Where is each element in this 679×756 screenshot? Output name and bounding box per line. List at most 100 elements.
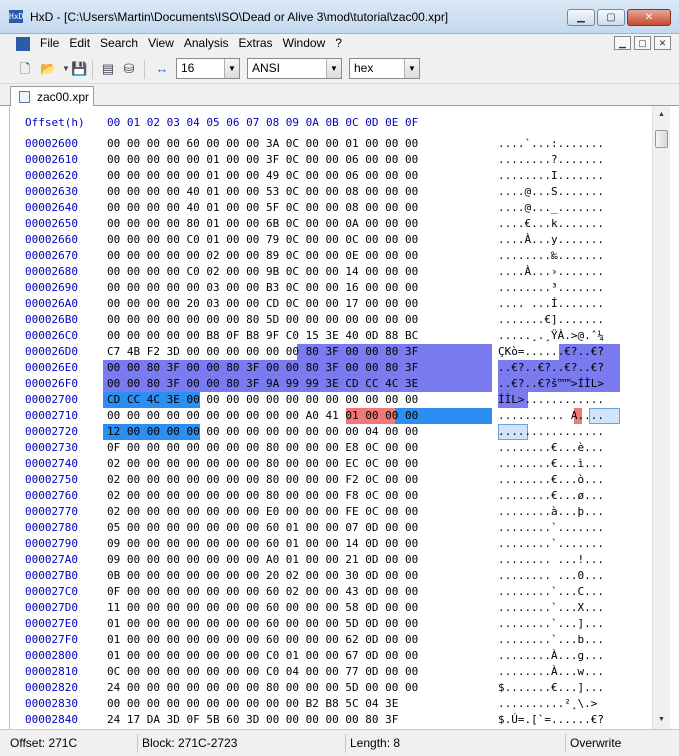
row-text[interactable]: ....@..._....... (498, 200, 604, 216)
row-text[interactable]: .....¸.¸ŸÀ.>@.ˆ¼ (498, 328, 604, 344)
doc-minimize-button[interactable]: ▁ (614, 36, 631, 50)
hex-editor[interactable]: Offset(h) 00 01 02 03 04 05 06 07 08 09 … (9, 106, 671, 729)
hex-row[interactable]: 00002820 24 00 00 00 00 00 00 00 80 00 00… (10, 680, 660, 696)
row-text[interactable]: ÍÌL>............ (498, 392, 604, 408)
hex-row[interactable]: 00002750 02 00 00 00 00 00 00 00 80 00 00… (10, 472, 660, 488)
hex-row[interactable]: 000026F0 00 00 80 3F 00 00 80 3F 9A 99 99… (10, 376, 660, 392)
row-text[interactable]: ..€?..€?..€?..€? (498, 360, 604, 376)
minimize-button[interactable]: ▁ (567, 9, 595, 26)
save-icon[interactable]: 💾 (71, 61, 87, 77)
doc-close-button[interactable]: ✕ (654, 36, 671, 50)
row-text[interactable]: ........I....... (498, 168, 604, 184)
hex-row[interactable]: 00002650 00 00 00 00 80 01 00 00 6B 0C 00… (10, 216, 660, 232)
chevron-down-icon[interactable]: ▼ (404, 59, 419, 78)
row-hex-bytes[interactable]: 0C 00 00 00 00 00 00 00 C0 04 00 00 77 0… (107, 664, 418, 680)
hex-row[interactable]: 00002720 12 00 00 00 00 00 00 00 00 00 00… (10, 424, 660, 440)
row-text[interactable]: ........‰....... (498, 248, 604, 264)
row-hex-bytes[interactable]: 00 00 80 3F 00 00 80 3F 00 00 80 3F 00 0… (107, 360, 418, 376)
row-text[interactable]: ........?....... (498, 152, 604, 168)
hex-row[interactable]: 00002800 01 00 00 00 00 00 00 00 C0 01 00… (10, 648, 660, 664)
row-hex-bytes[interactable]: 12 00 00 00 00 00 00 00 00 00 00 00 00 0… (107, 424, 418, 440)
row-text[interactable]: ........³....... (498, 280, 604, 296)
hex-row[interactable]: 000026E0 00 00 80 3F 00 00 80 3F 00 00 80… (10, 360, 660, 376)
row-text[interactable]: ........À...w... (498, 664, 604, 680)
row-hex-bytes[interactable]: 00 00 00 00 40 01 00 00 5F 0C 00 00 08 0… (107, 200, 418, 216)
hex-row[interactable]: 000027D0 11 00 00 00 00 00 00 00 60 00 00… (10, 600, 660, 616)
open-file-icon[interactable]: 📂 (40, 61, 56, 77)
hex-row[interactable]: 00002660 00 00 00 00 C0 01 00 00 79 0C 00… (10, 232, 660, 248)
hex-row[interactable]: 00002600 00 00 00 00 60 00 00 00 3A 0C 00… (10, 136, 660, 152)
hex-row[interactable]: 00002710 00 00 00 00 00 00 00 00 00 00 A0… (10, 408, 660, 424)
row-hex-bytes[interactable]: 0F 00 00 00 00 00 00 00 60 02 00 00 43 0… (107, 584, 418, 600)
hex-row[interactable]: 00002700 CD CC 4C 3E 00 00 00 00 00 00 00… (10, 392, 660, 408)
row-hex-bytes[interactable]: 24 00 00 00 00 00 00 00 80 00 00 00 5D 0… (107, 680, 418, 696)
menu-edit[interactable]: Edit (68, 36, 91, 50)
hex-row[interactable]: 00002740 02 00 00 00 00 00 00 00 80 00 00… (10, 456, 660, 472)
row-hex-bytes[interactable]: 00 00 80 3F 00 00 80 3F 9A 99 99 3E CD C… (107, 376, 418, 392)
row-text[interactable]: $.......€...]... (498, 680, 604, 696)
menu-analysis[interactable]: Analysis (183, 36, 230, 50)
row-text[interactable]: ........`...b... (498, 632, 604, 648)
row-text[interactable]: ÇKò=......€?..€? (498, 344, 604, 360)
row-text[interactable]: ........€...ø... (498, 488, 604, 504)
close-button[interactable]: ✕ (627, 9, 671, 26)
row-text[interactable]: ........ ...0... (498, 568, 604, 584)
row-hex-bytes[interactable]: 01 00 00 00 00 00 00 00 60 00 00 00 5D 0… (107, 616, 418, 632)
hex-row[interactable]: 000027C0 0F 00 00 00 00 00 00 00 60 02 00… (10, 584, 660, 600)
scroll-thumb[interactable] (655, 130, 668, 148)
row-hex-bytes[interactable]: 00 00 00 00 80 01 00 00 6B 0C 00 00 0A 0… (107, 216, 418, 232)
row-text[interactable]: ....À...›....... (498, 264, 604, 280)
row-text[interactable]: $.Ú=.[`=......€? (498, 712, 604, 728)
hex-row[interactable]: 00002810 0C 00 00 00 00 00 00 00 C0 04 00… (10, 664, 660, 680)
row-hex-bytes[interactable]: 24 17 DA 3D 0F 5B 60 3D 00 00 00 00 00 8… (107, 712, 398, 728)
doc-restore-button[interactable]: ▢ (634, 36, 651, 50)
row-hex-bytes[interactable]: 09 00 00 00 00 00 00 00 60 01 00 00 14 0… (107, 536, 418, 552)
hex-row[interactable]: 00002780 05 00 00 00 00 00 00 00 60 01 00… (10, 520, 660, 536)
row-text[interactable]: .... ...Í....... (498, 296, 604, 312)
hex-row[interactable]: 00002790 09 00 00 00 00 00 00 00 60 01 00… (10, 536, 660, 552)
row-text[interactable]: ........€...ì... (498, 456, 604, 472)
disk-icon[interactable]: ⛁ (121, 61, 137, 77)
menu-file[interactable]: File (39, 36, 60, 50)
charset-select[interactable]: ANSI ▼ (247, 58, 342, 79)
hex-row[interactable]: 000027A0 09 00 00 00 00 00 00 00 A0 01 00… (10, 552, 660, 568)
row-hex-bytes[interactable]: 01 00 00 00 00 00 00 00 60 00 00 00 62 0… (107, 632, 418, 648)
row-hex-bytes[interactable]: 00 00 00 00 00 01 00 00 3F 0C 00 00 06 0… (107, 152, 418, 168)
bytes-per-row-select[interactable]: 16 ▼ (176, 58, 240, 79)
row-hex-bytes[interactable]: 11 00 00 00 00 00 00 00 60 00 00 00 58 0… (107, 600, 418, 616)
hex-row[interactable]: 00002670 00 00 00 00 00 02 00 00 89 0C 00… (10, 248, 660, 264)
hex-row[interactable]: 000026C0 00 00 00 00 00 B8 0F B8 9F C0 15… (10, 328, 660, 344)
hex-row[interactable]: 000026A0 00 00 00 00 20 03 00 00 CD 0C 00… (10, 296, 660, 312)
menu-window[interactable]: Window (282, 36, 327, 50)
row-hex-bytes[interactable]: 00 00 00 00 00 02 00 00 89 0C 00 00 0E 0… (107, 248, 418, 264)
hex-row[interactable]: 00002840 24 17 DA 3D 0F 5B 60 3D 00 00 00… (10, 712, 660, 728)
row-text[interactable]: ........€...è... (498, 440, 604, 456)
row-text[interactable]: ........À...g... (498, 648, 604, 664)
document-icon[interactable] (16, 37, 30, 51)
row-text[interactable]: ........`....... (498, 520, 604, 536)
offset-base-select[interactable]: hex ▼ (349, 58, 420, 79)
new-file-icon[interactable]: 🗋 (17, 61, 33, 77)
row-text[interactable]: ....`...:....... (498, 136, 604, 152)
hex-row[interactable]: 000026D0 C7 4B F2 3D 00 00 00 00 00 00 80… (10, 344, 660, 360)
row-hex-bytes[interactable]: 01 00 00 00 00 00 00 00 C0 01 00 00 67 0… (107, 648, 418, 664)
row-text[interactable]: ........`...]... (498, 616, 604, 632)
row-text[interactable]: ........`...C... (498, 584, 604, 600)
chevron-down-icon[interactable]: ▼ (326, 59, 341, 78)
hex-row[interactable]: 00002730 0F 00 00 00 00 00 00 00 80 00 00… (10, 440, 660, 456)
hex-row[interactable]: 00002640 00 00 00 00 40 01 00 00 5F 0C 00… (10, 200, 660, 216)
row-text[interactable]: ....@...S....... (498, 184, 604, 200)
row-text[interactable]: ..........²¸\.> (498, 696, 597, 712)
columns-icon[interactable]: ↔ (154, 61, 170, 77)
scroll-up-icon[interactable]: ▲ (655, 108, 668, 122)
row-hex-bytes[interactable]: 00 00 00 00 00 01 00 00 49 0C 00 00 06 0… (107, 168, 418, 184)
row-hex-bytes[interactable]: 02 00 00 00 00 00 00 00 80 00 00 00 F2 0… (107, 472, 418, 488)
row-hex-bytes[interactable]: 0B 00 00 00 00 00 00 00 20 02 00 00 30 0… (107, 568, 418, 584)
hex-row[interactable]: 00002830 00 00 00 00 00 00 00 00 00 00 B2… (10, 696, 660, 712)
row-text[interactable]: ..€?..€?š™™>ÍÌL> (498, 376, 604, 392)
menu-view[interactable]: View (147, 36, 175, 50)
vertical-scrollbar[interactable]: ▲ ▼ (652, 106, 670, 729)
row-text[interactable]: .......... A.... (498, 408, 604, 424)
hex-row[interactable]: 000026B0 00 00 00 00 00 00 00 80 5D 00 00… (10, 312, 660, 328)
hex-row[interactable]: 00002760 02 00 00 00 00 00 00 00 80 00 00… (10, 488, 660, 504)
